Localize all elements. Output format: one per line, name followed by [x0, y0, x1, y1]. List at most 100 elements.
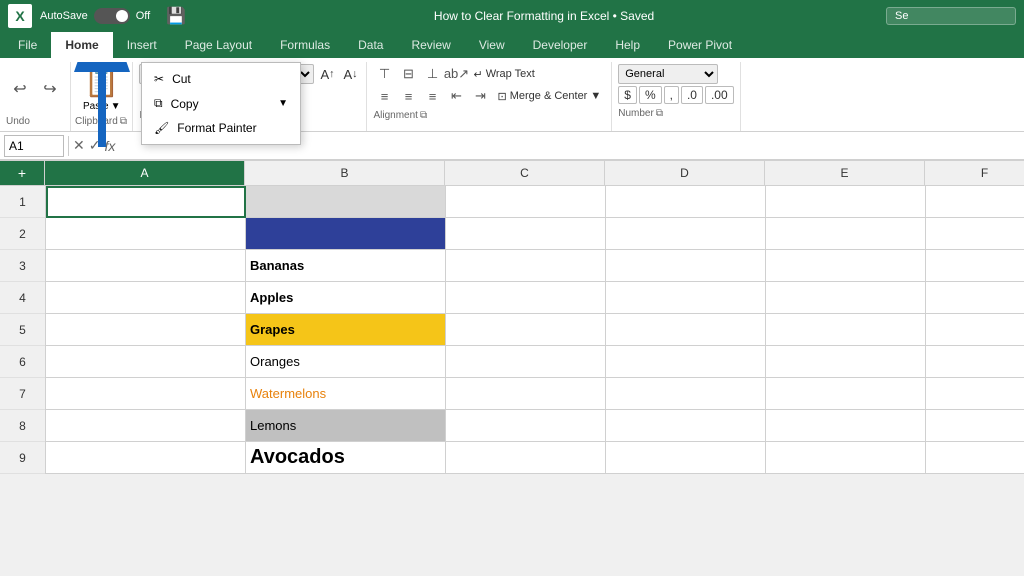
save-icon[interactable]: 💾: [166, 6, 186, 26]
column-header-e[interactable]: E: [765, 161, 925, 185]
format-painter-button[interactable]: 🖌 Format Painter: [142, 116, 300, 140]
cell-e5[interactable]: [766, 314, 926, 346]
cell-f5[interactable]: [926, 314, 1024, 346]
cell-f4[interactable]: [926, 282, 1024, 314]
cell-e1[interactable]: [766, 186, 926, 218]
alignment-expand-icon[interactable]: ⧉: [420, 110, 427, 121]
tab-data[interactable]: Data: [344, 32, 397, 58]
cell-f6[interactable]: [926, 346, 1024, 378]
cell-a6[interactable]: [46, 346, 246, 378]
column-header-d[interactable]: D: [605, 161, 765, 185]
cell-f8[interactable]: [926, 410, 1024, 442]
cell-d3[interactable]: [606, 250, 766, 282]
cell-e2[interactable]: [766, 218, 926, 250]
cell-a5[interactable]: [46, 314, 246, 346]
tab-developer[interactable]: Developer: [519, 32, 602, 58]
cell-c8[interactable]: [446, 410, 606, 442]
cell-d6[interactable]: [606, 346, 766, 378]
increase-indent-button[interactable]: ⇥: [469, 86, 491, 106]
copy-button[interactable]: ⧉ Copy ▼: [142, 91, 300, 116]
tab-review[interactable]: Review: [397, 32, 464, 58]
cell-b5[interactable]: Grapes: [246, 314, 446, 346]
tab-view[interactable]: View: [465, 32, 519, 58]
cell-e8[interactable]: [766, 410, 926, 442]
cell-b3[interactable]: Bananas: [246, 250, 446, 282]
paste-button[interactable]: 📋 Paste ▼: [75, 64, 128, 114]
tab-home[interactable]: Home: [51, 32, 112, 58]
cell-a8[interactable]: [46, 410, 246, 442]
merge-center-button[interactable]: ⊡ Merge & Center ▼: [493, 88, 605, 105]
redo-button[interactable]: ↪: [36, 75, 64, 103]
cell-c6[interactable]: [446, 346, 606, 378]
column-header-a[interactable]: A: [45, 161, 245, 185]
cell-d4[interactable]: [606, 282, 766, 314]
row-header-8[interactable]: 8: [0, 410, 45, 442]
tab-power-pivot[interactable]: Power Pivot: [654, 32, 746, 58]
currency-button[interactable]: $: [618, 86, 637, 104]
comma-button[interactable]: ,: [664, 86, 679, 104]
column-header-f[interactable]: F: [925, 161, 1024, 185]
tab-insert[interactable]: Insert: [113, 32, 171, 58]
cell-c1[interactable]: [446, 186, 606, 218]
select-all-button[interactable]: +: [0, 161, 45, 185]
row-header-2[interactable]: 2: [0, 218, 45, 250]
row-header-7[interactable]: 7: [0, 378, 45, 410]
cell-d5[interactable]: [606, 314, 766, 346]
cell-c3[interactable]: [446, 250, 606, 282]
cell-c2[interactable]: [446, 218, 606, 250]
align-middle-button[interactable]: ⊟: [397, 64, 419, 84]
number-expand-icon[interactable]: ⧉: [656, 108, 663, 119]
align-right-button[interactable]: ≡: [421, 86, 443, 106]
cell-b8[interactable]: Lemons: [246, 410, 446, 442]
cell-a2[interactable]: [46, 218, 246, 250]
insert-function-icon[interactable]: fx: [104, 138, 115, 154]
decrease-indent-button[interactable]: ⇤: [445, 86, 467, 106]
align-center-button[interactable]: ≡: [397, 86, 419, 106]
row-header-5[interactable]: 5: [0, 314, 45, 346]
column-header-c[interactable]: C: [445, 161, 605, 185]
wrap-text-button[interactable]: ↵ Wrap Text: [469, 66, 538, 83]
cell-e3[interactable]: [766, 250, 926, 282]
row-header-1[interactable]: 1: [0, 186, 45, 218]
cell-f7[interactable]: [926, 378, 1024, 410]
tab-formulas[interactable]: Formulas: [266, 32, 344, 58]
cell-b4[interactable]: Apples: [246, 282, 446, 314]
row-header-4[interactable]: 4: [0, 282, 45, 314]
number-format-select[interactable]: General: [618, 64, 718, 84]
cell-a3[interactable]: [46, 250, 246, 282]
cell-c7[interactable]: [446, 378, 606, 410]
cell-d8[interactable]: [606, 410, 766, 442]
clipboard-expand-icon[interactable]: ⧉: [120, 116, 127, 127]
increase-font-button[interactable]: A↑: [317, 64, 337, 84]
cell-f3[interactable]: [926, 250, 1024, 282]
cut-button[interactable]: ✂ Cut: [142, 67, 300, 91]
tab-page-layout[interactable]: Page Layout: [171, 32, 266, 58]
decrease-decimal-button[interactable]: .0: [681, 86, 703, 104]
align-top-button[interactable]: ⊤: [373, 64, 395, 84]
cell-b7[interactable]: Watermelons: [246, 378, 446, 410]
cell-f2[interactable]: [926, 218, 1024, 250]
cell-e4[interactable]: [766, 282, 926, 314]
cell-e7[interactable]: [766, 378, 926, 410]
tab-help[interactable]: Help: [601, 32, 654, 58]
cell-b2[interactable]: [246, 218, 446, 250]
cancel-formula-icon[interactable]: ✕: [73, 137, 85, 154]
cell-e9[interactable]: [766, 442, 926, 474]
autosave-toggle[interactable]: [94, 8, 130, 24]
column-header-b[interactable]: B: [245, 161, 445, 185]
search-input[interactable]: Se: [886, 7, 1016, 25]
align-left-button[interactable]: ≡: [373, 86, 395, 106]
confirm-formula-icon[interactable]: ✓: [89, 137, 101, 154]
cell-b6[interactable]: Oranges: [246, 346, 446, 378]
cell-f1[interactable]: [926, 186, 1024, 218]
row-header-3[interactable]: 3: [0, 250, 45, 282]
cell-d9[interactable]: [606, 442, 766, 474]
cell-a4[interactable]: [46, 282, 246, 314]
cell-a9[interactable]: [46, 442, 246, 474]
cell-a7[interactable]: [46, 378, 246, 410]
cell-b1[interactable]: [246, 186, 446, 218]
cell-d1[interactable]: [606, 186, 766, 218]
cell-f9[interactable]: [926, 442, 1024, 474]
cell-reference-input[interactable]: [4, 135, 64, 157]
tab-file[interactable]: File: [4, 32, 51, 58]
